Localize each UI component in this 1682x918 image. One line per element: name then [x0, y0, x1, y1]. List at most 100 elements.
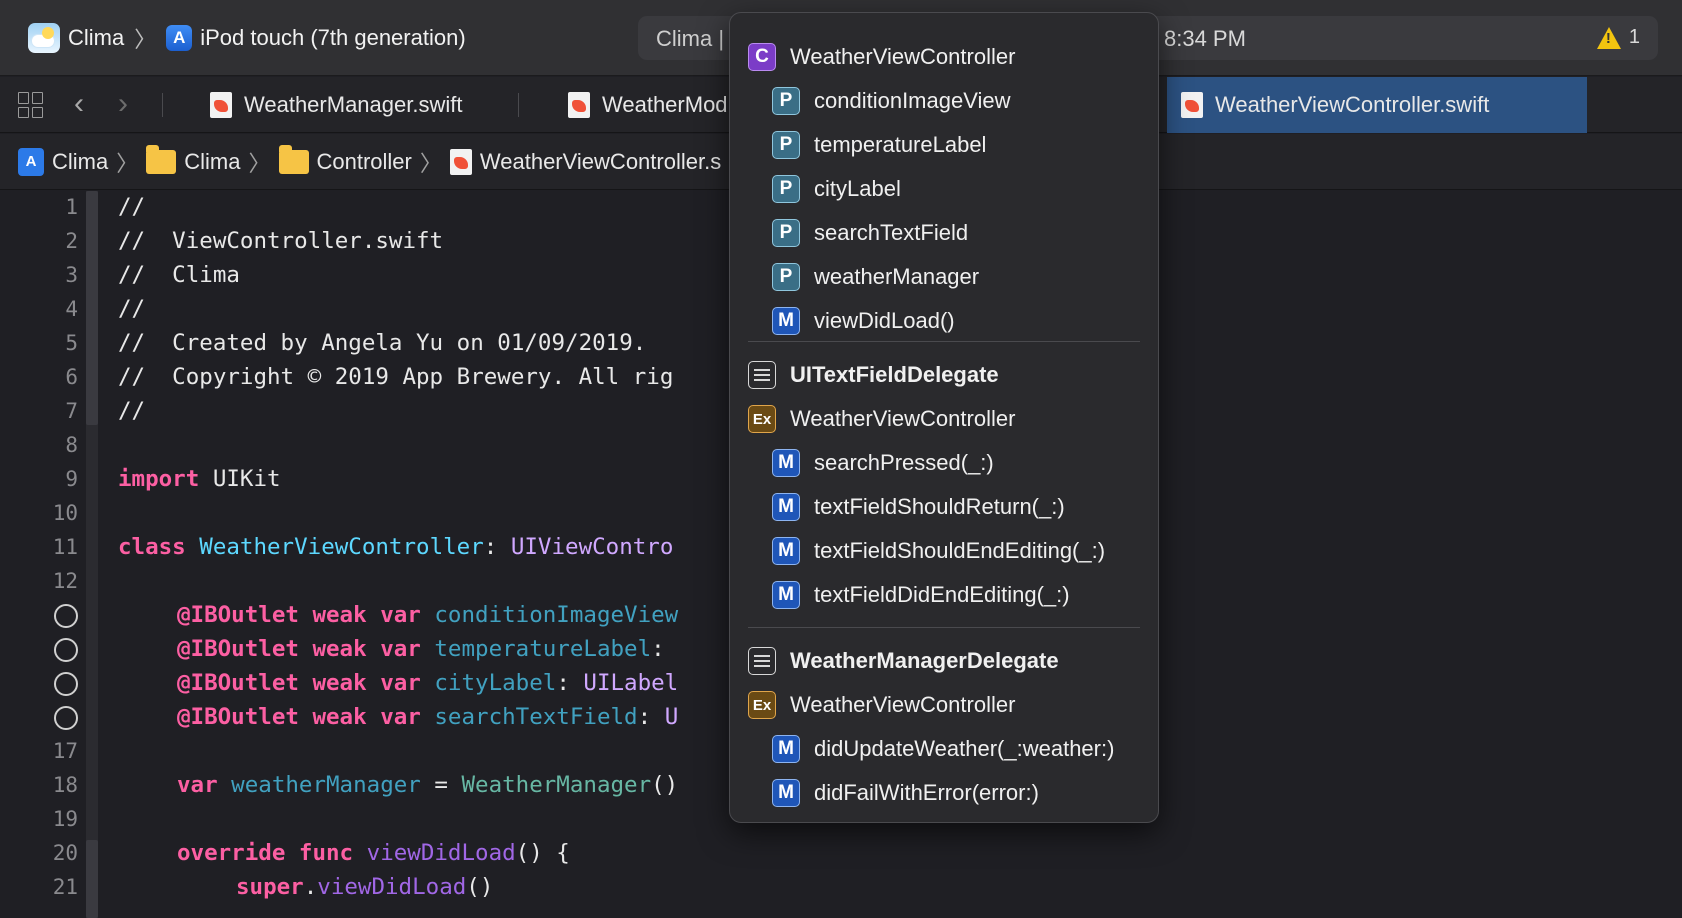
symbol-method[interactable]: M searchPressed(_:) [772, 445, 994, 481]
symbol-method[interactable]: M textFieldDidEndEditing(_:) [772, 577, 1070, 613]
extension-icon: Ex [748, 405, 776, 433]
symbol-method[interactable]: M textFieldShouldEndEditing(_:) [772, 533, 1105, 569]
code-punct: : [651, 636, 665, 662]
attribute-iboutlet: @IBOutlet [177, 636, 299, 662]
outlet-connection-icon[interactable] [54, 672, 78, 696]
keyword-super: super [236, 874, 304, 900]
outlet-connection-icon[interactable] [54, 706, 78, 730]
symbol-label: didUpdateWeather(_:weather:) [814, 736, 1115, 761]
jump-group[interactable]: Clima [184, 149, 240, 175]
symbol-label: WeatherViewController [790, 406, 1016, 431]
keyword-var: var [380, 602, 421, 628]
scheme-selector[interactable]: Clima 〉 A iPod touch (7th generation) [28, 20, 466, 56]
property-icon: P [772, 87, 800, 115]
code-text: // [118, 194, 146, 220]
symbol-label: UITextFieldDelegate [790, 362, 999, 387]
symbol-method[interactable]: M textFieldShouldReturn(_:) [772, 489, 1065, 525]
line-number: 3 [65, 263, 78, 287]
property-icon: P [772, 263, 800, 291]
tab-weathermanager[interactable]: WeatherManager.swift [196, 77, 476, 133]
symbol-extension[interactable]: Ex WeatherViewController [748, 401, 1015, 437]
keyword-weak: weak [312, 704, 367, 730]
symbol-property[interactable]: P cityLabel [772, 171, 901, 207]
symbol-label: textFieldShouldEndEditing(_:) [814, 538, 1106, 563]
device-icon: A [166, 25, 193, 51]
clima-app-icon [28, 23, 60, 53]
warning-icon [1596, 26, 1621, 49]
extension-icon: Ex [748, 691, 776, 719]
jump-project[interactable]: Clima [52, 149, 108, 175]
initializer-call: WeatherManager [461, 772, 652, 798]
keyword-weak: weak [312, 602, 367, 628]
attribute-iboutlet: @IBOutlet [177, 704, 299, 730]
function-call: viewDidLoad [317, 874, 467, 900]
property-icon: P [772, 131, 800, 159]
scheme-name[interactable]: Clima [68, 25, 124, 51]
back-arrow-icon[interactable]: ‹ [74, 87, 84, 121]
symbol-method[interactable]: M viewDidLoad() [772, 303, 955, 339]
code-text: @IBOutlet weak var cityLabel: UILabel [177, 670, 678, 696]
symbol-protocol[interactable]: UITextFieldDelegate [748, 357, 999, 393]
outlet-connection-icon[interactable] [54, 638, 78, 662]
superclass-name: UIViewContro [510, 534, 674, 560]
property-icon: P [772, 175, 800, 203]
line-number: 1 [65, 195, 78, 219]
symbol-method[interactable]: M didUpdateWeather(_:weather:) [772, 731, 1114, 767]
tab-divider [518, 93, 519, 117]
type-name: UILabel [583, 670, 679, 696]
code-line: 21 super.viewDidLoad() [0, 871, 1682, 905]
jump-file[interactable]: WeatherViewController.s [480, 149, 721, 175]
tab-weathermodel[interactable]: WeatherMod [554, 77, 742, 133]
code-text: override func viewDidLoad() { [177, 840, 570, 866]
outlet-connection-icon[interactable] [54, 604, 78, 628]
tab-label: WeatherManager.swift [244, 92, 463, 117]
line-number: 6 [65, 365, 78, 389]
type-name: U [664, 704, 679, 730]
code-line: 20 override func viewDidLoad() { [0, 837, 1682, 871]
keyword-import: import [118, 466, 200, 492]
symbol-property[interactable]: P temperatureLabel [772, 127, 986, 163]
code-punct: . [303, 874, 318, 900]
symbol-protocol[interactable]: WeatherManagerDelegate [748, 643, 1059, 679]
symbol-property[interactable]: P weatherManager [772, 259, 979, 295]
jump-folder[interactable]: Controller [317, 149, 412, 175]
code-text: // Copyright © 2019 App Brewery. All rig [118, 364, 674, 390]
code-punct: : [637, 704, 665, 730]
line-number: 11 [52, 535, 78, 559]
swift-file-icon [1181, 92, 1203, 118]
line-number: 18 [52, 773, 78, 797]
tab-weatherviewcontroller[interactable]: WeatherViewController.swift [1167, 77, 1587, 133]
code-text: import UIKit [118, 466, 281, 492]
forward-arrow-icon[interactable]: › [118, 87, 128, 121]
tab-label: WeatherViewController.swift [1215, 92, 1490, 117]
swift-file-icon [568, 92, 590, 118]
related-items-icon[interactable] [18, 92, 44, 118]
device-name[interactable]: iPod touch (7th generation) [200, 25, 465, 51]
keyword-var: var [177, 772, 218, 798]
symbol-property[interactable]: P conditionImageView [772, 83, 1011, 119]
code-text: // ViewController.swift [118, 228, 444, 254]
property-name: searchTextField [434, 704, 638, 730]
tab-divider [162, 93, 163, 117]
line-number: 21 [52, 875, 78, 899]
line-number: 7 [65, 399, 78, 423]
symbol-extension[interactable]: Ex WeatherViewController [748, 687, 1015, 723]
symbol-label: viewDidLoad() [814, 308, 955, 333]
code-text: @IBOutlet weak var conditionImageView [177, 602, 678, 628]
method-icon: M [772, 449, 800, 477]
keyword-class: class [118, 534, 186, 560]
keyword-var: var [380, 670, 421, 696]
method-icon: M [772, 537, 800, 565]
line-number: 20 [52, 841, 78, 865]
keyword-var: var [380, 636, 421, 662]
line-number: 9 [65, 467, 78, 491]
warning-indicator[interactable]: 1 [1596, 26, 1640, 49]
line-number: 8 [65, 433, 78, 457]
symbol-method[interactable]: M didFailWithError(error:) [772, 775, 1039, 811]
symbol-class[interactable]: C WeatherViewController [748, 39, 1015, 75]
code-punct: () [466, 874, 494, 900]
code-text: super.viewDidLoad() [236, 874, 493, 900]
symbol-property[interactable]: P searchTextField [772, 215, 968, 251]
chevron-right-icon: 〉 [134, 27, 157, 52]
symbol-label: weatherManager [814, 264, 980, 289]
